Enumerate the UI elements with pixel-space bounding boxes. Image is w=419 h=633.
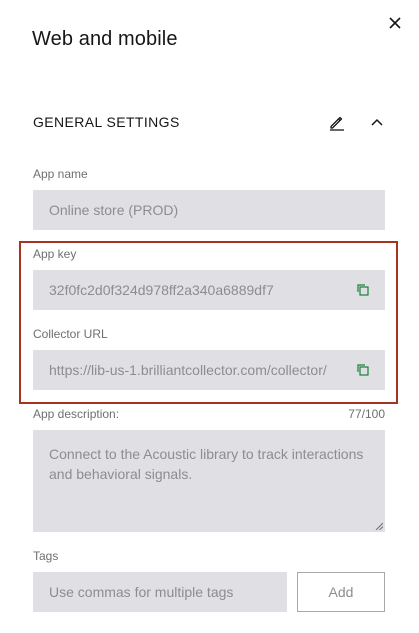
app-description-label: App description:	[33, 407, 120, 421]
collapse-button[interactable]	[367, 112, 387, 132]
close-button[interactable]	[386, 14, 404, 32]
edit-button[interactable]	[327, 112, 347, 132]
app-name-label: App name	[33, 167, 88, 181]
panel-title: Web and mobile	[32, 28, 178, 50]
collector-url-field[interactable]: https://lib-us-1.brilliantcollector.com/…	[33, 350, 385, 390]
add-tag-button[interactable]: Add	[297, 572, 385, 612]
app-description-text: Connect to the Acoustic library to track…	[49, 446, 364, 482]
app-description-textarea[interactable]: Connect to the Acoustic library to track…	[33, 430, 385, 532]
tags-label: Tags	[33, 549, 59, 563]
tags-input[interactable]: Use commas for multiple tags	[33, 572, 287, 612]
copy-icon	[357, 364, 369, 376]
close-icon	[389, 17, 401, 29]
section-header: GENERAL SETTINGS	[33, 114, 180, 130]
app-key-label: App key	[33, 247, 77, 261]
character-counter: 77/100	[348, 407, 385, 421]
chevron-up-icon	[371, 118, 383, 126]
copy-icon	[357, 284, 369, 296]
copy-collector-url-button[interactable]	[355, 362, 371, 378]
app-name-field[interactable]: Online store (PROD)	[33, 190, 385, 230]
pencil-icon	[330, 116, 344, 131]
copy-app-key-button[interactable]	[355, 282, 371, 298]
collector-url-label: Collector URL	[33, 327, 108, 341]
resize-grip-icon[interactable]	[375, 522, 383, 530]
app-key-field[interactable]: 32f0fc2d0f324d978ff2a340a6889df7	[33, 270, 385, 310]
